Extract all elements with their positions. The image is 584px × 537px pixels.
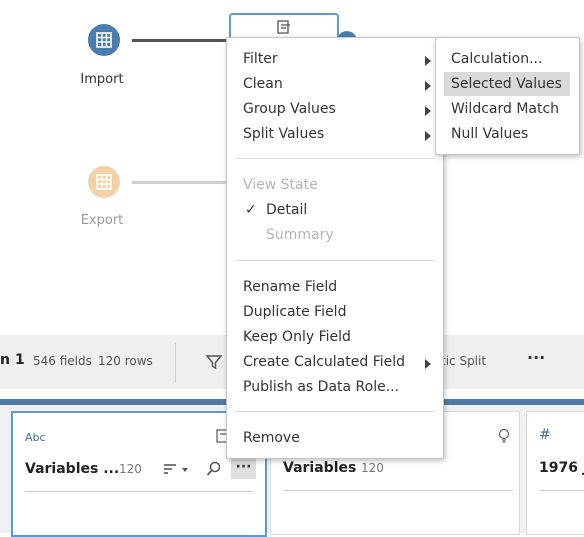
filter-icon[interactable] [205,353,223,371]
card-divider [25,491,253,492]
field-name[interactable]: Variables [283,460,356,476]
number-type-icon: # [539,427,551,443]
split-label[interactable]: tic Split [441,354,486,368]
submenu-arrow-icon [425,106,431,116]
string-type-icon: Abc [25,431,46,444]
field-count-value: 120 [119,462,142,476]
menu-separator [235,260,435,261]
card-more-button[interactable]: ··· [231,457,256,479]
menu-item-summary: Summary [266,227,334,243]
checkmark-icon: ✓ [245,202,257,218]
lightbulb-icon[interactable] [497,428,511,444]
menu-item-remove[interactable]: Remove [243,430,300,446]
submenu-arrow-icon [425,131,431,141]
menu-item-create-calculated-field[interactable]: Create Calculated Field [243,354,405,370]
submenu-item-null-values[interactable]: Null Values [444,122,570,146]
export-node-icon[interactable] [88,166,120,198]
field-count: 546 fields [33,354,92,368]
import-connector [132,39,229,42]
menu-item-split-values[interactable]: Split Values [243,126,324,142]
context-menu: Filter Clean Group Values Split Values V… [226,37,444,459]
menu-item-group-values[interactable]: Group Values [243,101,336,117]
filter-submenu: Calculation... Selected Values Wildcard … [435,37,580,155]
menu-item-clean[interactable]: Clean [243,76,283,92]
menu-item-detail[interactable]: Detail [266,202,307,218]
export-node-label: Export [80,213,124,228]
import-node-label: Import [80,72,124,87]
menu-item-rename-field[interactable]: Rename Field [243,279,337,295]
field-name[interactable]: Variables ... [25,461,119,477]
card-divider [283,490,513,491]
import-node-icon[interactable] [88,24,120,56]
toolbar-divider [175,343,176,383]
menu-item-keep-only-field[interactable]: Keep Only Field [243,329,351,345]
toolbar-more-button[interactable]: ··· [527,348,545,367]
step-name: n 1 [0,352,25,368]
row-count: 120 rows [98,354,153,368]
menu-separator [235,411,435,412]
view-state-header: View State [243,177,318,193]
submenu-item-calculation[interactable]: Calculation... [444,47,570,71]
submenu-item-wildcard-match[interactable]: Wildcard Match [444,97,570,121]
menu-item-duplicate-field[interactable]: Duplicate Field [243,304,346,320]
sort-icon[interactable] [163,463,189,477]
field-name[interactable]: 1976 J [539,460,584,476]
submenu-arrow-icon [425,359,431,369]
clean-step-icon [277,20,290,34]
submenu-arrow-icon [425,56,431,66]
card-divider [539,490,584,491]
menu-separator [235,158,435,159]
field-count-value: 120 [361,461,384,475]
menu-item-filter[interactable]: Filter [243,51,278,67]
search-icon[interactable] [206,461,222,477]
menu-item-publish-data-role[interactable]: Publish as Data Role... [243,379,399,395]
field-card-1976[interactable]: # 1976 J [526,411,584,535]
export-connector [132,181,229,184]
submenu-arrow-icon [425,81,431,91]
submenu-item-selected-values[interactable]: Selected Values [444,72,570,96]
